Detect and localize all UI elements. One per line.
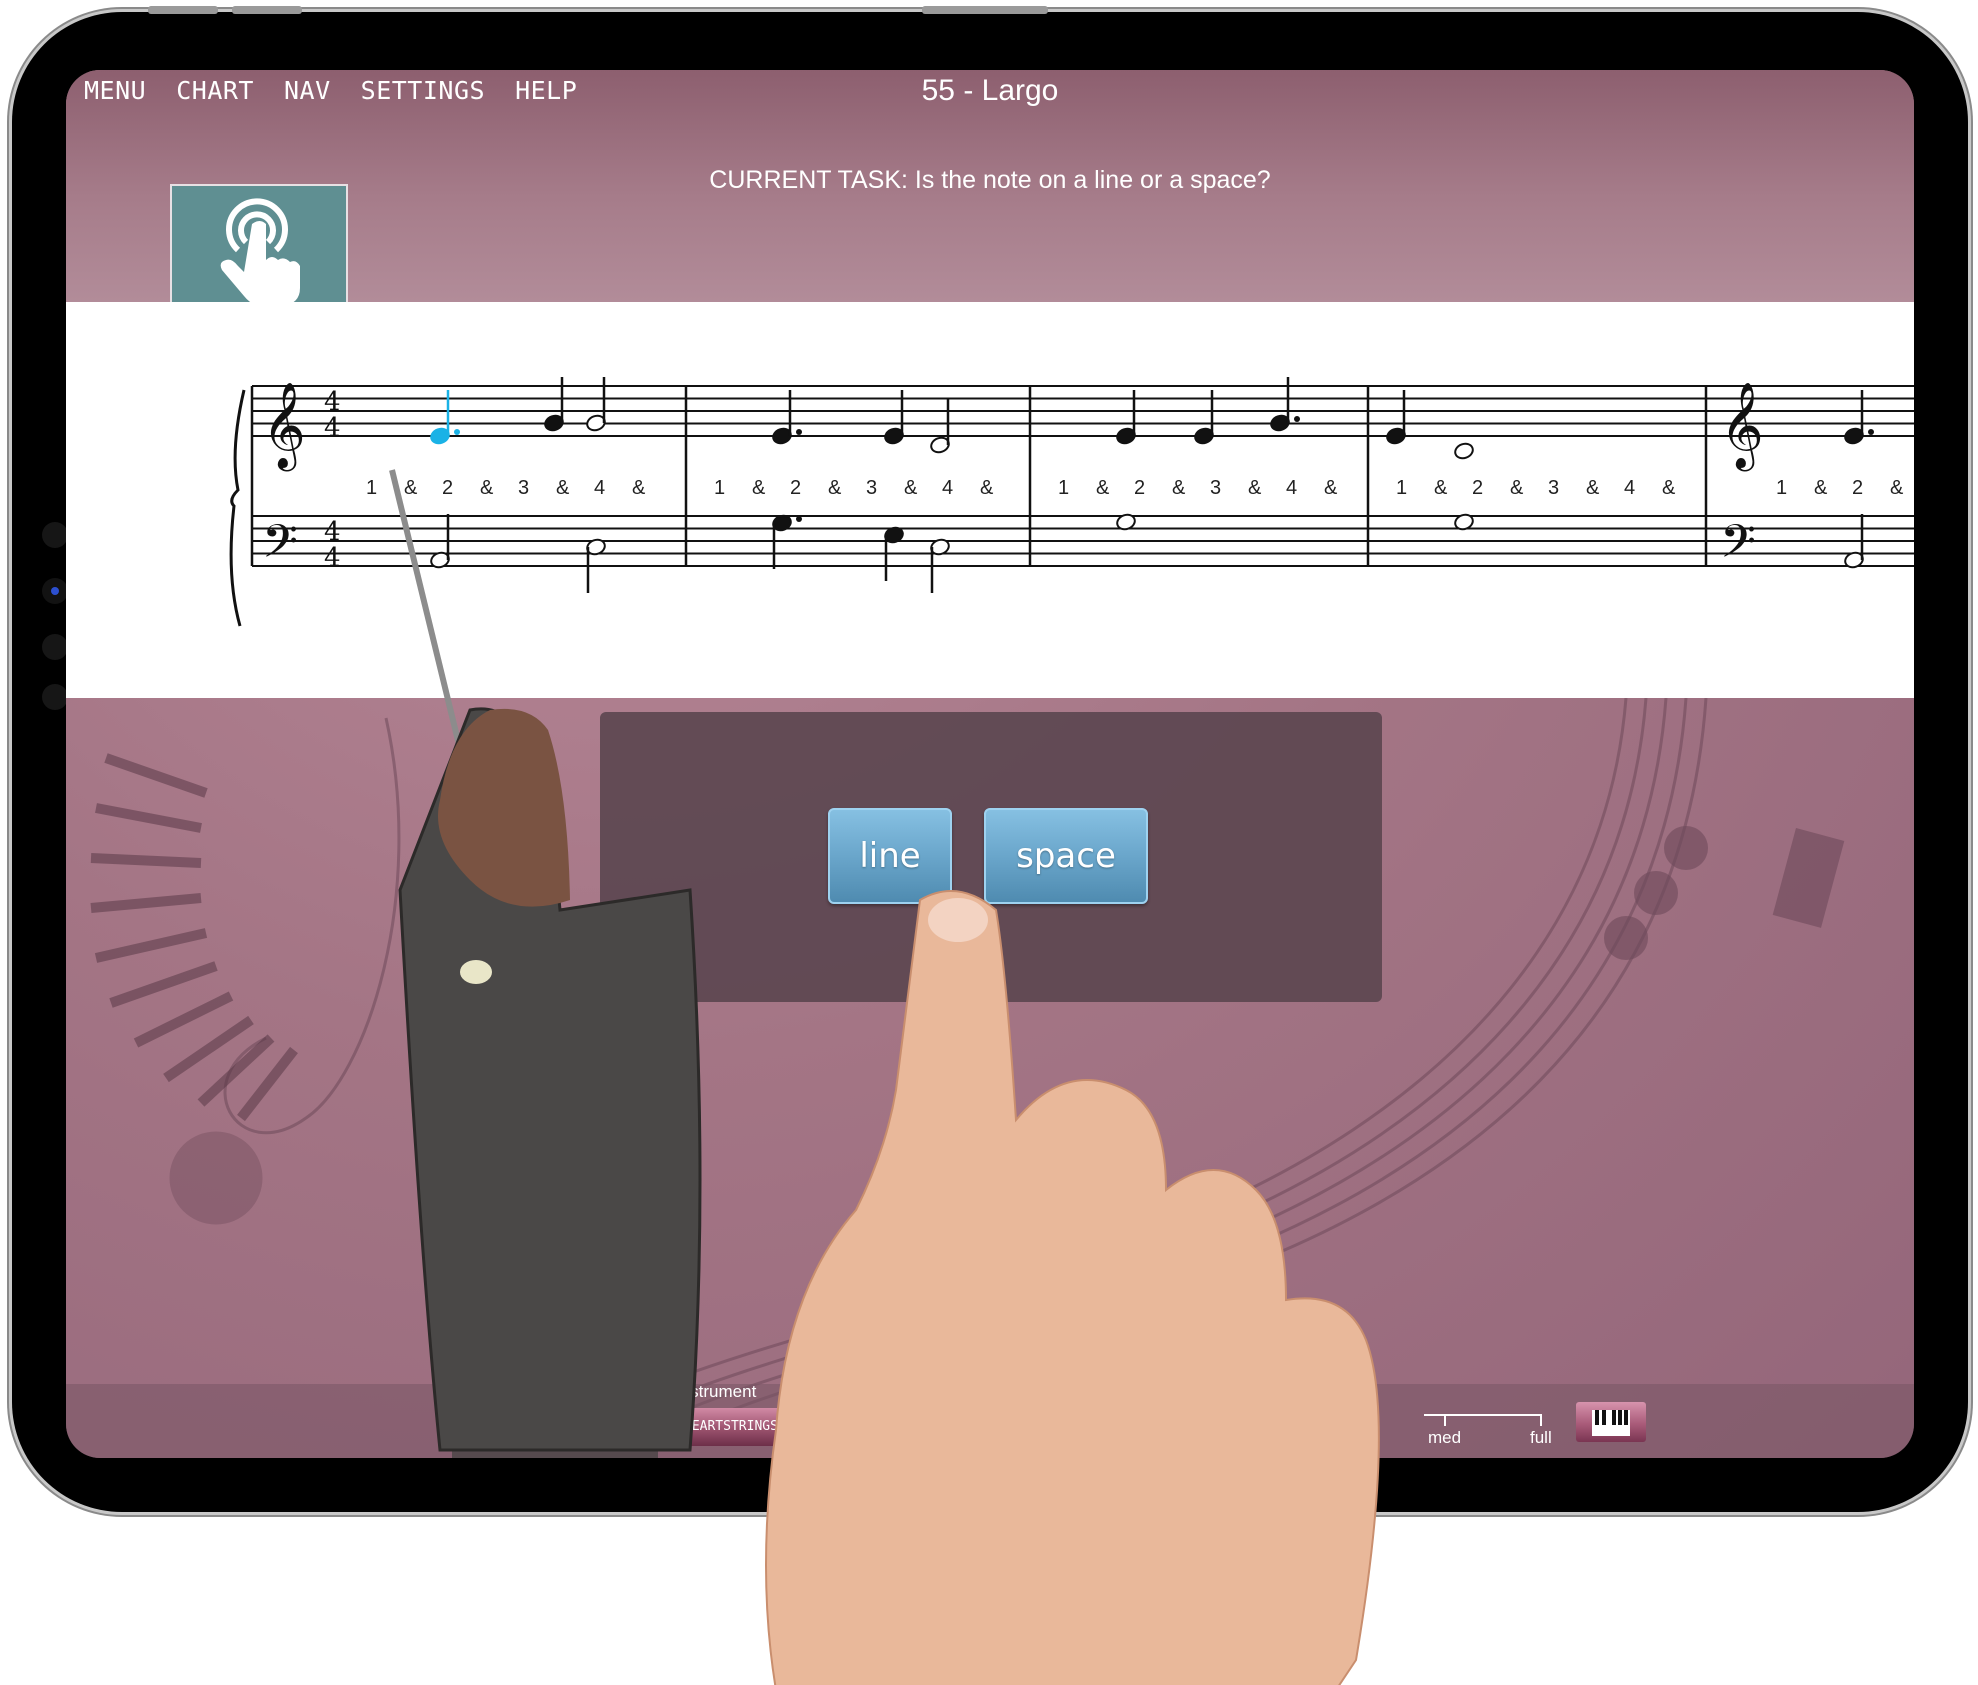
clef-swirl [223, 717, 401, 1135]
brace [229, 389, 246, 627]
beat-count: & [1248, 477, 1262, 499]
beat-count: 1 [1058, 477, 1069, 499]
beat-count: & [980, 477, 994, 499]
note-dot [1868, 429, 1874, 435]
bass-clef-icon: 𝄢 [262, 515, 298, 580]
beat-count: & [556, 477, 570, 499]
bezel-sensor [42, 522, 68, 548]
volume-button [232, 6, 302, 14]
beat-count: 2 [442, 477, 453, 499]
time-signature-bottom: 4 [324, 543, 341, 573]
beat-count: 4 [594, 477, 605, 499]
mix-tick-full [1540, 1414, 1542, 1426]
note-head [1454, 442, 1474, 460]
bass-clef-icon: 𝄢 [1720, 515, 1756, 580]
bezel-sensor [42, 634, 68, 660]
note-dot [796, 429, 802, 435]
beat-count: & [1434, 477, 1448, 499]
mix-label-full[interactable]: full [1530, 1428, 1552, 1448]
sheet-music[interactable]: 𝄞 𝄢 𝄞 𝄢 4 4 4 4 1 & 2 & 3 & 4 & 1 & 2 & 3 & 4 & 1 & 2 & 3 & 4 & 1 & 2 & 3 & 4 &… [66, 302, 1914, 698]
camera-icon [42, 578, 68, 604]
inst-vol-slider-thumb[interactable] [548, 1414, 570, 1436]
beat-count: 1 [366, 477, 377, 499]
mix-label-med[interactable]: med [1428, 1428, 1461, 1448]
inst-vol-slider[interactable] [462, 1414, 656, 1436]
instrument-label: Instrument [676, 1382, 757, 1401]
beat-count: & [1096, 477, 1110, 499]
piano-keyboard-icon [1592, 1410, 1630, 1436]
beat-count: & [404, 477, 418, 499]
tap-hand-icon [220, 198, 300, 306]
instrument-select[interactable]: HEARTSTRINGS ORCH [676, 1408, 874, 1446]
note-dot [1294, 416, 1300, 422]
beat-count: & [1324, 477, 1338, 499]
treble-clef-icon: 𝄞 [1720, 382, 1764, 472]
beat-count: & [632, 477, 646, 499]
staff-system: 𝄞𝄢𝄞𝄢44441 & 2 & 3 & 4 & 1 & 2 & 3 & 4 & 1 & 2 & 3 & 4 & 1 & 2 & 3 & 4 &… [229, 377, 1914, 627]
song-title: 55 - Largo [921, 74, 1059, 107]
power-button [922, 6, 1048, 14]
line-answer-button[interactable]: line [828, 808, 952, 904]
note-dot [454, 429, 460, 435]
beat-count: & [1662, 477, 1676, 499]
question-panel: line space [600, 712, 1382, 1002]
bezel-sensor [42, 684, 68, 710]
keyboard-button[interactable] [1576, 1402, 1646, 1442]
time-signature-bottom: 4 [324, 413, 341, 443]
mix-scale-line [1424, 1414, 1542, 1416]
beat-count: 1 [1776, 477, 1787, 499]
beat-count: 4 [1624, 477, 1635, 499]
beat-count: 1 [714, 477, 725, 499]
beat-count: 4 [1286, 477, 1297, 499]
volume-button [148, 6, 218, 14]
beat-count: 4 [942, 477, 953, 499]
beat-count: & [1172, 477, 1186, 499]
note-dot [796, 516, 802, 522]
beat-count: & [1814, 477, 1828, 499]
inst-vol-label: Inst Vol [460, 1384, 516, 1403]
beat-count: 3 [1548, 477, 1559, 499]
beat-count: 3 [518, 477, 529, 499]
beat-count: 2 [1134, 477, 1145, 499]
beat-count: 3 [1210, 477, 1221, 499]
beat-count: & [828, 477, 842, 499]
beat-count: & [752, 477, 766, 499]
beat-count: 2 [790, 477, 801, 499]
top-bar: MENU CHART NAV SETTINGS HELP 55 - Largo … [66, 70, 1914, 306]
beat-count: & [904, 477, 918, 499]
inst-vol-slider-fill [462, 1424, 559, 1427]
beat-count: & [1510, 477, 1524, 499]
beat-count: 2 [1472, 477, 1483, 499]
treble-clef-icon: 𝄞 [262, 382, 306, 472]
beat-count: & [1890, 477, 1904, 499]
tap-mode-button[interactable] [170, 184, 348, 306]
mix-tick-med [1444, 1414, 1446, 1426]
beat-count: 1 [1396, 477, 1407, 499]
beat-count: & [480, 477, 494, 499]
space-answer-button[interactable]: space [984, 808, 1148, 904]
beat-count: 2 [1852, 477, 1863, 499]
app-screen: MENU CHART NAV SETTINGS HELP 55 - Largo … [66, 70, 1914, 1458]
beat-count: & [1586, 477, 1600, 499]
beat-count: 3 [866, 477, 877, 499]
